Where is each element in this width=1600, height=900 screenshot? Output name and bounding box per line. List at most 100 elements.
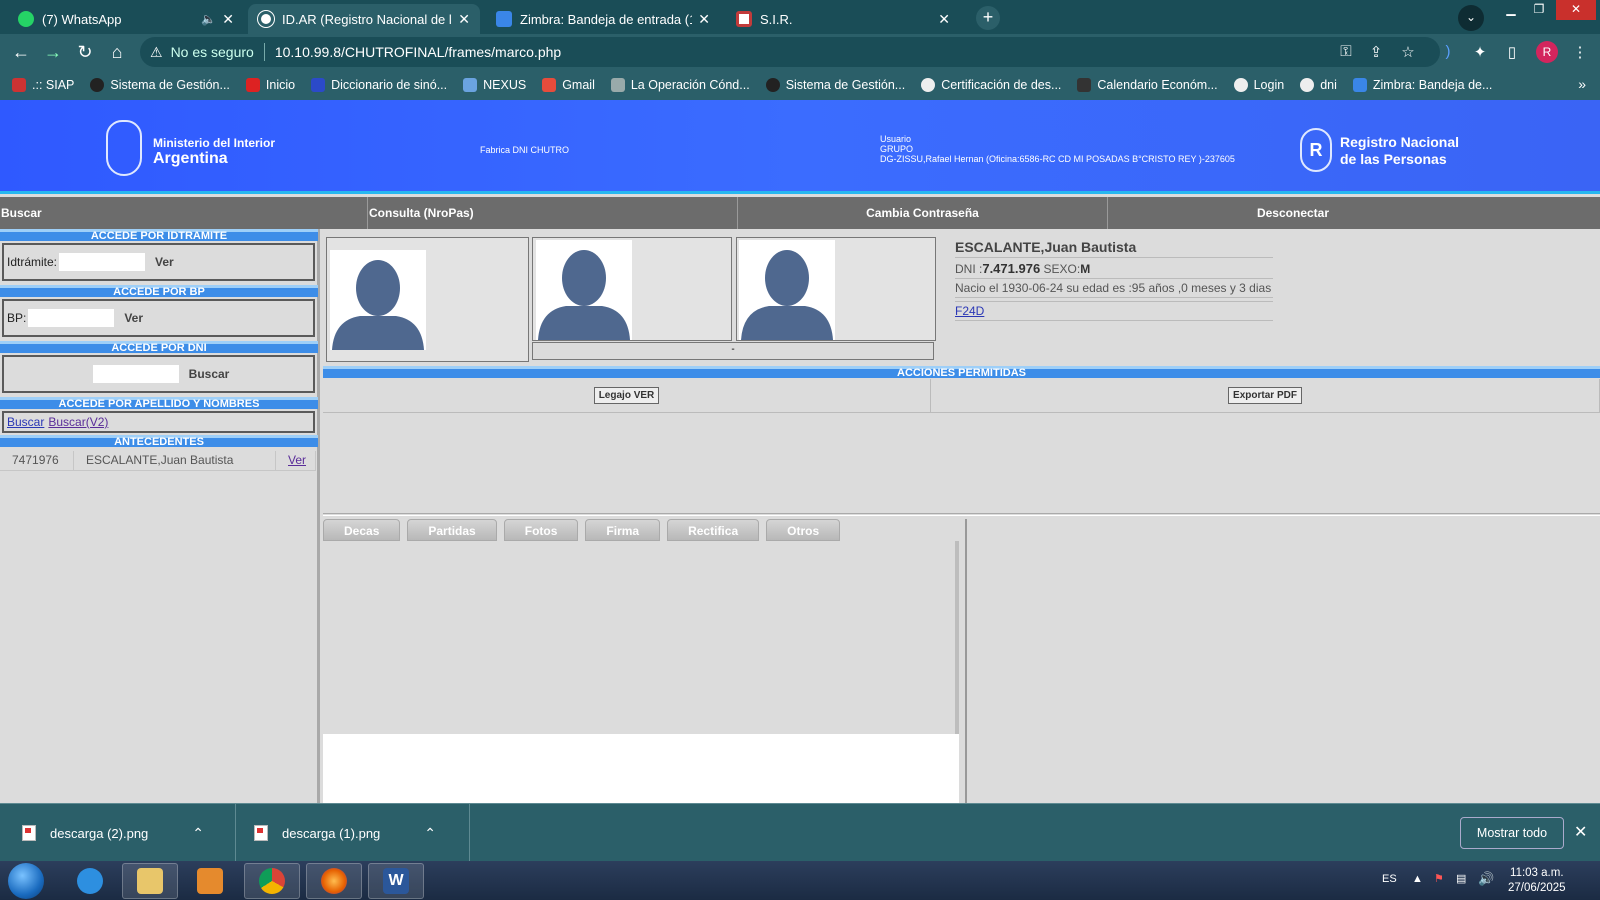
network-icon[interactable]: ▤	[1456, 872, 1466, 885]
taskbar-media[interactable]	[182, 863, 238, 899]
extension-audio-icon[interactable]: )	[1438, 43, 1458, 61]
bookmark-item[interactable]: dni	[1300, 78, 1337, 92]
dni-buscar-button[interactable]: Buscar	[189, 367, 230, 381]
divider	[323, 513, 1600, 516]
close-window-icon[interactable]: ✕	[1556, 0, 1596, 20]
sir-icon	[736, 11, 752, 27]
buscar-link[interactable]: Buscar	[7, 415, 44, 429]
bookmark-label: NEXUS	[483, 78, 527, 92]
bookmark-item[interactable]: La Operación Cónd...	[610, 78, 750, 92]
share-icon[interactable]: ⇪	[1366, 43, 1386, 61]
bookmark-item[interactable]: .:: SIAP	[12, 78, 74, 92]
chevron-up-icon[interactable]: ⌃	[192, 825, 204, 842]
acciones-row: Legajo VER Exportar PDF	[323, 379, 1600, 413]
forward-icon[interactable]: →	[42, 41, 64, 63]
tray-expand-icon[interactable]: ▲	[1412, 873, 1423, 885]
bookmark-item[interactable]: Certificación de des...	[921, 78, 1061, 92]
profile-avatar[interactable]: R	[1536, 41, 1558, 63]
bookmark-item[interactable]: Login	[1233, 78, 1284, 92]
minimize-icon[interactable]: ▁	[1496, 0, 1526, 20]
idtramite-ver-button[interactable]: Ver	[155, 255, 174, 269]
bookmarks-overflow-icon[interactable]: »	[1578, 76, 1586, 92]
record-tabs: Decas Partidas Fotos Firma Rectifica Otr…	[323, 519, 847, 541]
bookmark-item[interactable]: Inicio	[245, 78, 295, 92]
system-clock[interactable]: 11:03 a.m. 27/06/2025	[1508, 866, 1566, 896]
idtramite-input[interactable]	[59, 253, 146, 271]
bookmark-item[interactable]: Diccionario de sinó...	[311, 78, 447, 92]
security-label[interactable]: No es seguro	[171, 44, 254, 60]
dni-input[interactable]	[92, 365, 179, 383]
volume-icon[interactable]: 🔊	[1478, 871, 1494, 887]
chevron-up-icon[interactable]: ⌃	[424, 825, 436, 842]
bookmark-item[interactable]: Zimbra: Bandeja de...	[1352, 78, 1492, 92]
close-tab-icon[interactable]: ✕	[938, 11, 950, 28]
exportar-pdf-button[interactable]: Exportar PDF	[1228, 387, 1302, 404]
tab-decas[interactable]: Decas	[323, 519, 401, 541]
new-tab-button[interactable]: +	[976, 6, 1000, 30]
menu-consulta[interactable]: Consulta (NroPas)	[368, 197, 738, 229]
buscar-v2-link[interactable]: Buscar(V2)	[48, 415, 108, 429]
home-icon[interactable]: ⌂	[106, 41, 128, 63]
star-icon[interactable]: ☆	[1398, 43, 1418, 61]
tab-zimbra[interactable]: Zimbra: Bandeja de entrada (1) ✕	[486, 4, 720, 34]
taskbar-chrome[interactable]	[244, 863, 300, 899]
taskbar-ie[interactable]	[62, 863, 118, 899]
bp-input[interactable]	[28, 309, 115, 327]
close-tab-icon[interactable]: ✕	[698, 11, 710, 28]
show-all-downloads-button[interactable]: Mostrar todo	[1460, 817, 1564, 849]
tab-sir[interactable]: S.I.R. ✕	[726, 4, 960, 34]
bookmark-item[interactable]: Sistema de Gestión...	[765, 78, 905, 92]
language-indicator[interactable]: ES	[1382, 873, 1397, 885]
menu-buscar[interactable]: Buscar	[0, 197, 368, 229]
tab-search-button[interactable]: ⌄	[1458, 5, 1484, 31]
action-center-icon[interactable]: ⚑	[1434, 872, 1444, 885]
bp-ver-button[interactable]: Ver	[124, 311, 143, 325]
restore-icon[interactable]: ❐	[1524, 0, 1554, 20]
bookmark-item[interactable]: Sistema de Gestión...	[90, 78, 230, 92]
zimbra-icon	[496, 11, 512, 27]
tab-title: Zimbra: Bandeja de entrada (1)	[520, 11, 693, 27]
omnibox[interactable]: ⚠ No es seguro 10.10.99.8/CHUTROFINAL/fr…	[140, 37, 1440, 67]
download-item[interactable]: descarga (2).png ⌃	[0, 804, 236, 862]
puzzle-icon[interactable]: ✦	[1470, 43, 1490, 61]
tab-fotos[interactable]: Fotos	[503, 519, 579, 541]
url-text[interactable]: 10.10.99.8/CHUTROFINAL/frames/marco.php	[275, 44, 561, 60]
taskbar-word[interactable]: W	[368, 863, 424, 899]
user-label: Usuario	[880, 134, 912, 144]
tab-rectifica[interactable]: Rectifica	[667, 519, 760, 541]
taskbar-explorer[interactable]	[122, 863, 178, 899]
menu-icon[interactable]: ⋮	[1570, 43, 1590, 61]
bookmark-item[interactable]: Gmail	[542, 78, 595, 92]
taskbar-firefox[interactable]	[306, 863, 362, 899]
person-name: ESCALANTE,Juan Bautista	[955, 239, 1273, 258]
close-download-bar-icon[interactable]: ✕	[1574, 822, 1587, 842]
f24d-link[interactable]: F24D	[955, 304, 984, 318]
back-icon[interactable]: ←	[10, 41, 32, 63]
bookmark-icon	[12, 78, 26, 92]
gmail-icon	[542, 78, 557, 92]
tab-partidas[interactable]: Partidas	[407, 519, 497, 541]
reload-icon[interactable]: ↻	[74, 41, 96, 63]
bookmark-item[interactable]: Calendario Económ...	[1077, 78, 1218, 92]
tab-firma[interactable]: Firma	[585, 519, 661, 541]
warning-icon[interactable]: ⚠	[150, 44, 163, 61]
sexo-label: SEXO:	[1043, 262, 1081, 276]
bookmark-icon	[311, 78, 326, 92]
key-icon[interactable]: ⚿	[1336, 43, 1356, 61]
bookmark-item[interactable]: NEXUS	[463, 78, 526, 92]
legajo-ver-button[interactable]: Legajo VER	[593, 387, 660, 404]
download-item[interactable]: descarga (1).png ⌃	[236, 804, 470, 862]
bookmark-label: .:: SIAP	[32, 78, 75, 92]
antecedente-ver-link[interactable]: Ver	[288, 453, 306, 467]
dni-label: DNI :	[955, 262, 983, 276]
tab-idar[interactable]: ID.AR (Registro Nacional de las P ✕	[248, 4, 480, 34]
tab-whatsapp[interactable]: (7) WhatsApp 🔈 ✕	[8, 4, 244, 34]
close-tab-icon[interactable]: ✕	[222, 11, 234, 28]
tab-otros[interactable]: Otros	[766, 519, 841, 541]
sidepanel-icon[interactable]: ▯	[1502, 43, 1522, 61]
close-tab-icon[interactable]: ✕	[458, 11, 470, 28]
menu-cambia-contrasena[interactable]: Cambia Contraseña	[738, 197, 1108, 229]
start-button[interactable]	[8, 863, 44, 899]
menu-desconectar[interactable]: Desconectar	[1108, 197, 1478, 229]
speaker-icon[interactable]: 🔈	[201, 12, 216, 26]
